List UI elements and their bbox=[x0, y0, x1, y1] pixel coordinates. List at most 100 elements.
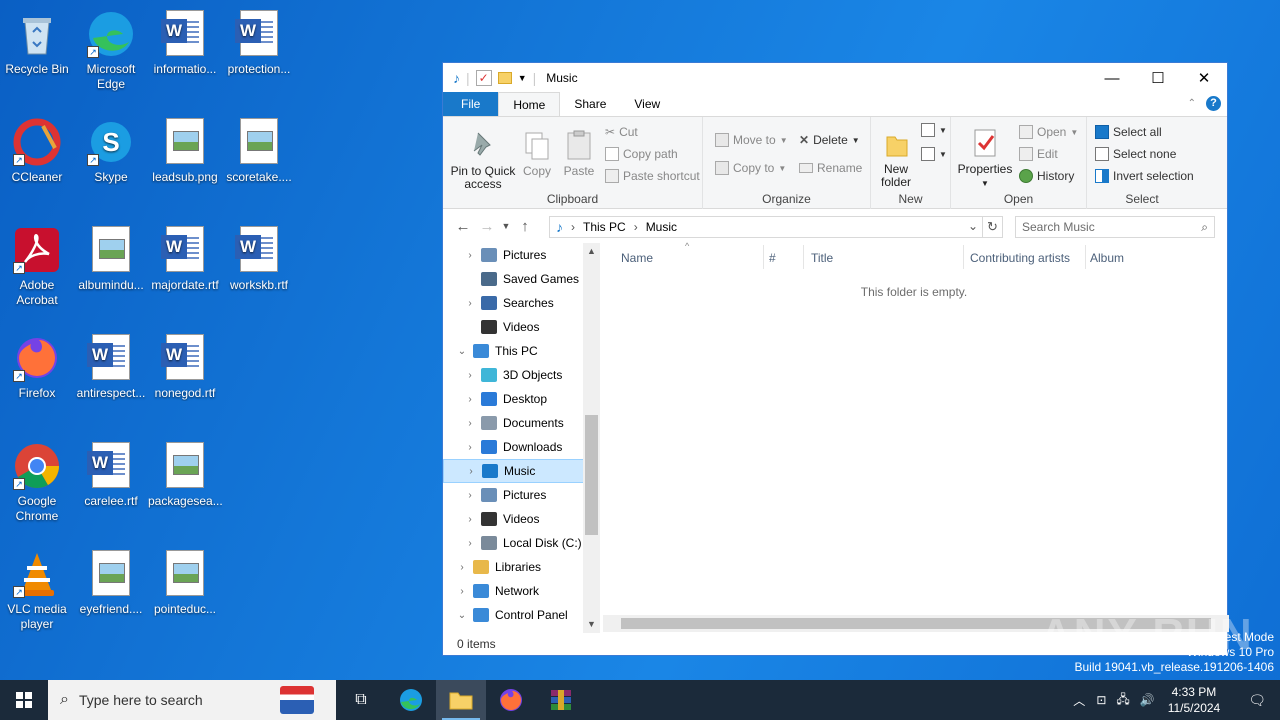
tab-file[interactable]: File bbox=[443, 92, 499, 116]
expand-chevron-icon[interactable]: › bbox=[463, 298, 477, 309]
breadcrumb-separator-icon[interactable]: › bbox=[634, 220, 638, 234]
expand-chevron-icon[interactable]: › bbox=[463, 250, 477, 261]
nav-item[interactable]: Saved Games bbox=[443, 267, 599, 291]
nav-item[interactable]: ⌄ This PC bbox=[443, 339, 599, 363]
expand-chevron-icon[interactable]: ⌄ bbox=[455, 346, 469, 357]
tab-view[interactable]: View bbox=[620, 92, 674, 116]
expand-chevron-icon[interactable]: ⌄ bbox=[455, 610, 469, 621]
breadcrumb-separator-icon[interactable]: › bbox=[571, 220, 575, 234]
desktop-icon-file[interactable]: antirespect... bbox=[74, 328, 148, 401]
cut-button[interactable]: ✂ Cut bbox=[605, 125, 638, 139]
desktop-icon-file[interactable]: protection... bbox=[222, 4, 296, 77]
nav-item[interactable]: › Pictures bbox=[443, 483, 599, 507]
desktop-icon-file[interactable]: eyefriend.... bbox=[74, 544, 148, 617]
edit-button[interactable]: Edit bbox=[1019, 147, 1058, 161]
scrollbar-thumb[interactable] bbox=[585, 415, 598, 535]
customize-toolbar-chevron-icon[interactable]: ▼ bbox=[518, 73, 527, 83]
desktop-icon-acrobat[interactable]: ↗ Adobe Acrobat bbox=[0, 220, 74, 308]
collapse-ribbon-chevron-icon[interactable]: ⌃ bbox=[1188, 98, 1196, 109]
tab-share[interactable]: Share bbox=[560, 92, 620, 116]
scroll-down-chevron-icon[interactable]: ▼ bbox=[583, 616, 600, 633]
desktop-icon-chrome[interactable]: ↗ Google Chrome bbox=[0, 436, 74, 524]
select-all-button[interactable]: Select all bbox=[1095, 125, 1162, 139]
desktop-icon-file[interactable]: pointeduc... bbox=[148, 544, 222, 617]
desktop-icon-skype[interactable]: S ↗ Skype bbox=[74, 112, 148, 185]
clock[interactable]: 4:33 PM 11/5/2024 bbox=[1168, 684, 1221, 716]
taskbar-search-box[interactable]: ⌕ Type here to search bbox=[48, 680, 336, 720]
new-folder-button[interactable]: New folder bbox=[875, 127, 917, 189]
notifications-icon[interactable]: 🗨 bbox=[1234, 692, 1280, 709]
forward-arrow-icon[interactable]: → bbox=[475, 218, 499, 235]
expand-chevron-icon[interactable]: › bbox=[463, 442, 477, 453]
task-view-button[interactable]: ⧉ bbox=[336, 680, 386, 720]
breadcrumb-music[interactable]: Music bbox=[646, 220, 677, 234]
desktop-icon-file[interactable]: leadsub.png bbox=[148, 112, 222, 185]
show-hidden-icons-chevron-icon[interactable]: ︿ bbox=[1067, 692, 1091, 709]
column-number[interactable]: # bbox=[769, 251, 776, 265]
taskbar-winrar[interactable] bbox=[536, 680, 586, 720]
help-icon[interactable]: ? bbox=[1206, 96, 1221, 111]
title-bar[interactable]: ♪ | ✓ ▼ | Music — ☐ ✕ bbox=[443, 63, 1227, 93]
desktop-icon-recycle-bin[interactable]: Recycle Bin bbox=[0, 4, 74, 77]
select-none-button[interactable]: Select none bbox=[1095, 147, 1176, 161]
desktop-icon-edge[interactable]: ↗ Microsoft Edge bbox=[74, 4, 148, 92]
delete-button[interactable]: ✕ Delete ▼ bbox=[799, 133, 860, 147]
breadcrumb-this-pc[interactable]: This PC bbox=[583, 220, 626, 234]
nav-item[interactable]: › Documents bbox=[443, 411, 599, 435]
history-button[interactable]: History bbox=[1019, 169, 1074, 183]
new-folder-icon[interactable] bbox=[497, 72, 512, 84]
expand-chevron-icon[interactable]: › bbox=[455, 562, 469, 573]
expand-chevron-icon[interactable]: › bbox=[463, 370, 477, 381]
recent-locations-chevron-icon[interactable]: ▼ bbox=[499, 221, 513, 231]
new-item-button[interactable]: ▼ bbox=[921, 123, 947, 137]
volume-icon[interactable]: 🔊 bbox=[1135, 693, 1160, 707]
move-to-button[interactable]: Move to ▼ bbox=[715, 133, 788, 147]
close-button[interactable]: ✕ bbox=[1181, 63, 1227, 93]
navigation-scrollbar[interactable]: ▲ ▼ bbox=[583, 243, 600, 633]
pin-to-quick-access-button[interactable]: Pin to Quick access bbox=[447, 129, 519, 191]
column-name[interactable]: Name bbox=[621, 251, 653, 265]
expand-chevron-icon[interactable]: › bbox=[463, 418, 477, 429]
desktop-icon-vlc[interactable]: ↗ VLC media player bbox=[0, 544, 74, 632]
taskbar-file-explorer[interactable] bbox=[436, 680, 486, 720]
maximize-button[interactable]: ☐ bbox=[1135, 63, 1181, 93]
copy-button[interactable]: Copy bbox=[519, 129, 555, 178]
properties-checkmark-icon[interactable]: ✓ bbox=[475, 70, 492, 86]
expand-chevron-icon[interactable]: › bbox=[463, 490, 477, 501]
desktop-icon-ccleaner[interactable]: ↗ CCleaner bbox=[0, 112, 74, 185]
search-input[interactable]: Search Music ⌕ bbox=[1015, 216, 1215, 238]
network-icon[interactable]: 🖧 bbox=[1111, 690, 1134, 711]
minimize-button[interactable]: — bbox=[1089, 63, 1135, 93]
up-arrow-icon[interactable]: ↑ bbox=[513, 218, 537, 235]
nav-item[interactable]: › Libraries bbox=[443, 555, 599, 579]
expand-chevron-icon[interactable]: › bbox=[455, 586, 469, 597]
desktop-icon-file[interactable]: carelee.rtf bbox=[74, 436, 148, 509]
rename-button[interactable]: Rename bbox=[799, 161, 862, 175]
nav-item[interactable]: Videos bbox=[443, 315, 599, 339]
desktop-icon-file[interactable]: albumindu... bbox=[74, 220, 148, 293]
open-button[interactable]: Open ▼ bbox=[1019, 125, 1078, 139]
nav-item[interactable]: › Music bbox=[443, 459, 599, 483]
nav-item[interactable]: › Network bbox=[443, 579, 599, 603]
invert-selection-button[interactable]: Invert selection bbox=[1095, 169, 1194, 183]
copy-to-button[interactable]: Copy to ▼ bbox=[715, 161, 786, 175]
desktop-icon-file[interactable]: nonegod.rtf bbox=[148, 328, 222, 401]
column-contributing-artists[interactable]: Contributing artists bbox=[970, 251, 1070, 265]
nav-item[interactable]: › Desktop bbox=[443, 387, 599, 411]
taskbar-edge[interactable] bbox=[386, 680, 436, 720]
desktop-icon-firefox[interactable]: ↗ Firefox bbox=[0, 328, 74, 401]
meet-now-icon[interactable]: ⊡ bbox=[1091, 693, 1111, 707]
nav-item[interactable]: › Searches bbox=[443, 291, 599, 315]
desktop-icon-file[interactable]: packagesea... bbox=[148, 436, 222, 509]
easy-access-button[interactable]: ▼ bbox=[921, 147, 947, 161]
nav-item[interactable]: ⌄ Control Panel bbox=[443, 603, 599, 627]
nav-item[interactable]: › Local Disk (C:) bbox=[443, 531, 599, 555]
copy-path-button[interactable]: Copy path bbox=[605, 147, 678, 161]
tab-home[interactable]: Home bbox=[498, 92, 561, 116]
scroll-up-chevron-icon[interactable]: ▲ bbox=[583, 243, 600, 260]
paste-button[interactable]: Paste bbox=[559, 129, 599, 178]
address-bar[interactable]: ♪ › This PC › Music ⌄ ↻ bbox=[549, 216, 1003, 238]
address-dropdown-chevron-icon[interactable]: ⌄ bbox=[968, 219, 978, 233]
desktop-icon-file[interactable]: majordate.rtf bbox=[148, 220, 222, 293]
expand-chevron-icon[interactable]: › bbox=[463, 514, 477, 525]
